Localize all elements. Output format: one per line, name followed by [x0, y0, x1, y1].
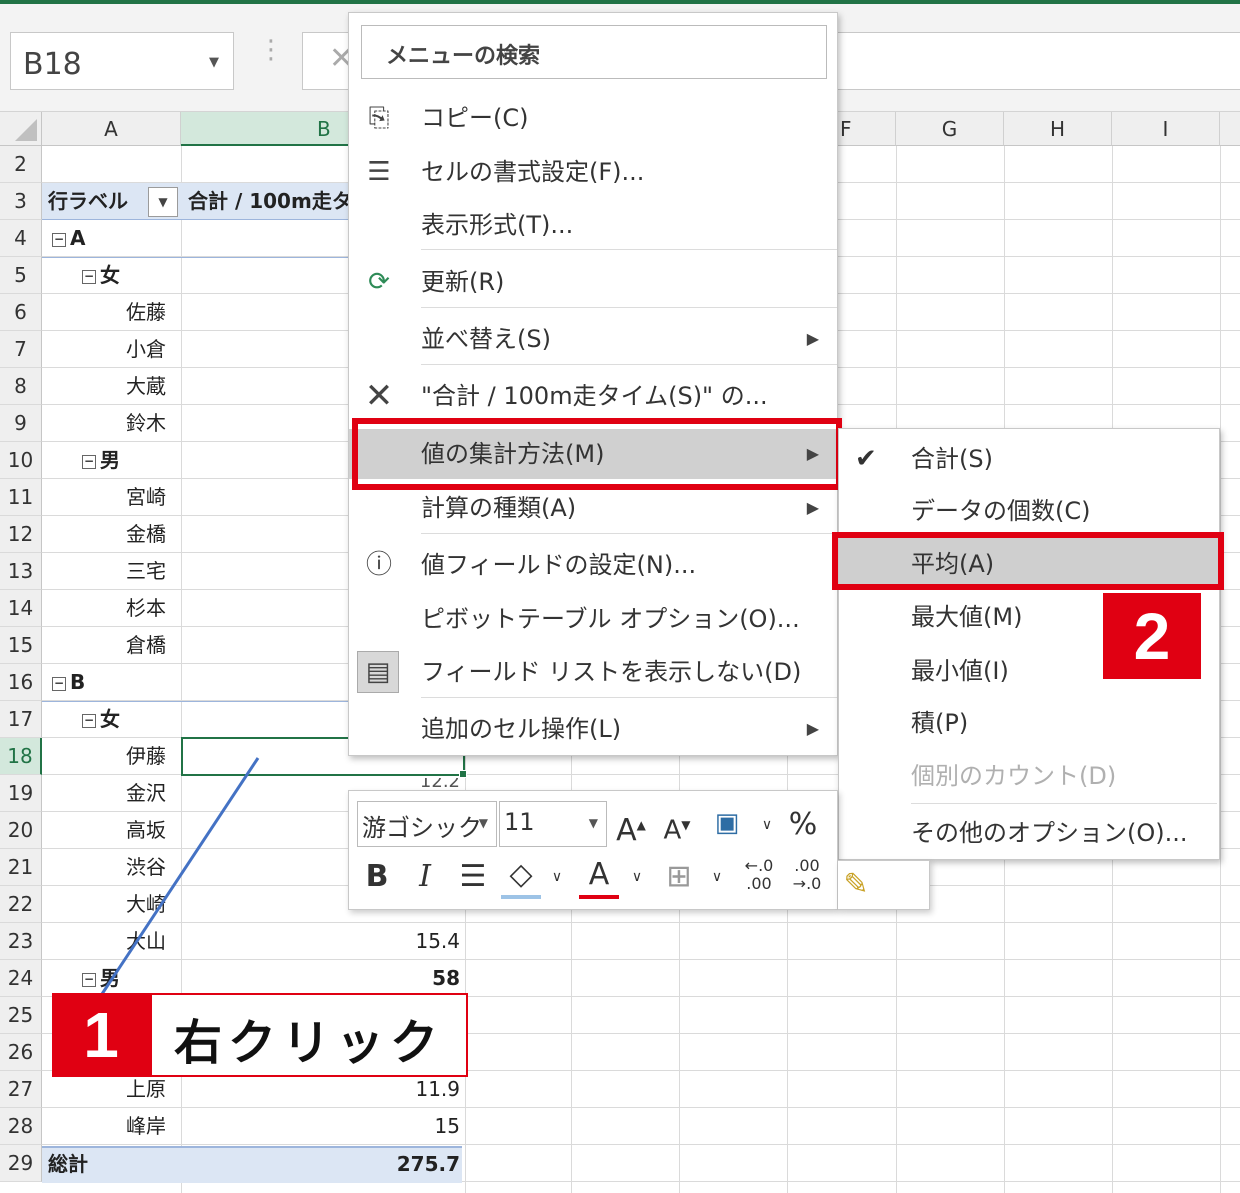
- menu-item-number-format[interactable]: 表示形式(T)...: [349, 200, 837, 250]
- submenu-item-more-options[interactable]: その他のオプション(O)...: [839, 807, 1219, 859]
- context-menu: メニューの検索 ⎘ コピー(C) ☰ セルの書式設定(F)... 表示形式(T)…: [348, 12, 838, 756]
- number-format-icon[interactable]: ▣: [707, 803, 747, 843]
- menu-item-label: ピボットテーブル オプション(O)...: [421, 605, 800, 633]
- step-1-badge: 1: [52, 993, 150, 1077]
- format-painter-icon[interactable]: ✎: [838, 865, 874, 905]
- chevron-down-icon: ▼: [478, 816, 488, 830]
- mini-toolbar: 游ゴシック ▼ 11 ▼ A▲ A▼ ▣ ∨ % B I ☰ ◇ ∨ A ∨ ⊞ ∨…: [348, 790, 838, 910]
- bold-icon[interactable]: B: [359, 857, 395, 897]
- menu-item-value-field-settings[interactable]: ⓘ 値フィールドの設定(N)...: [349, 540, 837, 590]
- borders-icon[interactable]: ⊞: [659, 857, 699, 897]
- percent-icon[interactable]: %: [783, 805, 823, 845]
- submenu-item-label: データの個数(C): [911, 497, 1091, 525]
- menu-separator: [421, 307, 837, 308]
- align-center-icon[interactable]: ☰: [453, 857, 493, 897]
- remove-x-icon: ✕: [364, 376, 394, 416]
- submenu-item-sum[interactable]: ✔ 合計(S): [839, 433, 1219, 485]
- menu-item-label: 並べ替え(S): [421, 325, 551, 353]
- menu-separator: [421, 364, 837, 365]
- field-settings-icon: ⓘ: [365, 550, 392, 580]
- highlight-box-1: [352, 418, 842, 490]
- menu-item-label: セルの書式設定(F)...: [421, 158, 645, 186]
- submenu-item-distinct-count: 個別のカウント(D): [839, 750, 1219, 802]
- menu-separator: [421, 697, 837, 698]
- increase-decimal-icon[interactable]: ←.0.00: [739, 857, 779, 893]
- highlight-box-2: [832, 532, 1224, 590]
- copy-icon: ⎘: [368, 103, 390, 133]
- menu-item-label: 計算の種類(A): [421, 494, 577, 522]
- refresh-icon: ⟳: [368, 267, 390, 297]
- checkmark-icon: ✔: [855, 444, 877, 474]
- step-1-label: 右クリック: [150, 993, 468, 1077]
- chevron-down-icon[interactable]: ∨: [545, 857, 569, 897]
- menu-item-hide-field-list[interactable]: ▤ フィールド リストを表示しない(D): [349, 647, 837, 697]
- submenu-item-label: 最小値(I): [911, 657, 1009, 685]
- menu-separator: [421, 249, 837, 250]
- italic-icon[interactable]: I: [407, 857, 443, 897]
- submenu-item-label: 積(P): [911, 709, 969, 737]
- chevron-down-icon[interactable]: ∨: [705, 857, 729, 897]
- mini-toolbar-tail: ✎: [838, 860, 930, 910]
- field-list-icon: ▤: [357, 651, 399, 693]
- menu-item-pivot-options[interactable]: ピボットテーブル オプション(O)...: [349, 594, 837, 644]
- decrease-font-icon[interactable]: A▼: [659, 805, 695, 851]
- menu-item-sort[interactable]: 並べ替え(S) ▶: [349, 314, 837, 364]
- submenu-item-label: その他のオプション(O)...: [911, 819, 1188, 847]
- menu-separator: [421, 533, 837, 534]
- chevron-down-icon[interactable]: ∨: [625, 857, 649, 897]
- font-size-value: 11: [504, 808, 535, 836]
- increase-font-icon[interactable]: A▲: [613, 805, 649, 851]
- format-cells-icon: ☰: [367, 157, 391, 187]
- submenu-item-product[interactable]: 積(P): [839, 697, 1219, 749]
- menu-item-more-cell-actions[interactable]: 追加のセル操作(L) ▶: [349, 704, 837, 754]
- chevron-right-icon: ▶: [806, 329, 819, 348]
- menu-separator: [911, 803, 1217, 804]
- menu-item-show-values-as[interactable]: 計算の種類(A) ▶: [349, 483, 837, 533]
- submenu-item-label: 個別のカウント(D): [911, 762, 1117, 790]
- fill-color-icon[interactable]: ◇: [501, 855, 541, 899]
- chevron-down-icon[interactable]: ∨: [749, 805, 785, 845]
- submenu-item-count[interactable]: データの個数(C): [839, 485, 1219, 537]
- menu-item-format-cells[interactable]: ☰ セルの書式設定(F)...: [349, 147, 837, 197]
- font-name-value: 游ゴシック: [362, 814, 482, 842]
- menu-item-label: 値フィールドの設定(N)...: [421, 551, 697, 579]
- submenu-item-label: 最大値(M): [911, 603, 1023, 631]
- step-2-badge: 2: [1103, 593, 1201, 679]
- menu-item-label: フィールド リストを表示しない(D): [421, 658, 802, 686]
- menu-item-copy[interactable]: ⎘ コピー(C): [349, 93, 837, 143]
- menu-item-label: コピー(C): [421, 104, 529, 132]
- search-placeholder: メニューの検索: [386, 44, 541, 69]
- chevron-right-icon: ▶: [806, 719, 819, 738]
- menu-item-refresh[interactable]: ⟳ 更新(R): [349, 257, 837, 307]
- menu-search-input[interactable]: メニューの検索: [361, 25, 827, 79]
- decrease-decimal-icon[interactable]: .00 →.0: [785, 857, 829, 893]
- font-name-select[interactable]: 游ゴシック ▼: [357, 801, 497, 847]
- menu-item-label: 追加のセル操作(L): [421, 715, 622, 743]
- font-color-icon[interactable]: A: [579, 855, 619, 899]
- arrow-line: [100, 757, 260, 995]
- font-size-select[interactable]: 11 ▼: [499, 801, 607, 847]
- menu-item-label: 更新(R): [421, 268, 505, 296]
- chevron-down-icon: ▼: [588, 816, 598, 830]
- submenu-item-label: 合計(S): [911, 445, 993, 473]
- menu-item-label: 表示形式(T)...: [421, 211, 574, 239]
- menu-item-remove-field[interactable]: ✕ "合計 / 100m走タイム(S)" の...: [349, 371, 837, 421]
- menu-item-label: "合計 / 100m走タイム(S)" の...: [421, 382, 768, 410]
- chevron-right-icon: ▶: [806, 498, 819, 517]
